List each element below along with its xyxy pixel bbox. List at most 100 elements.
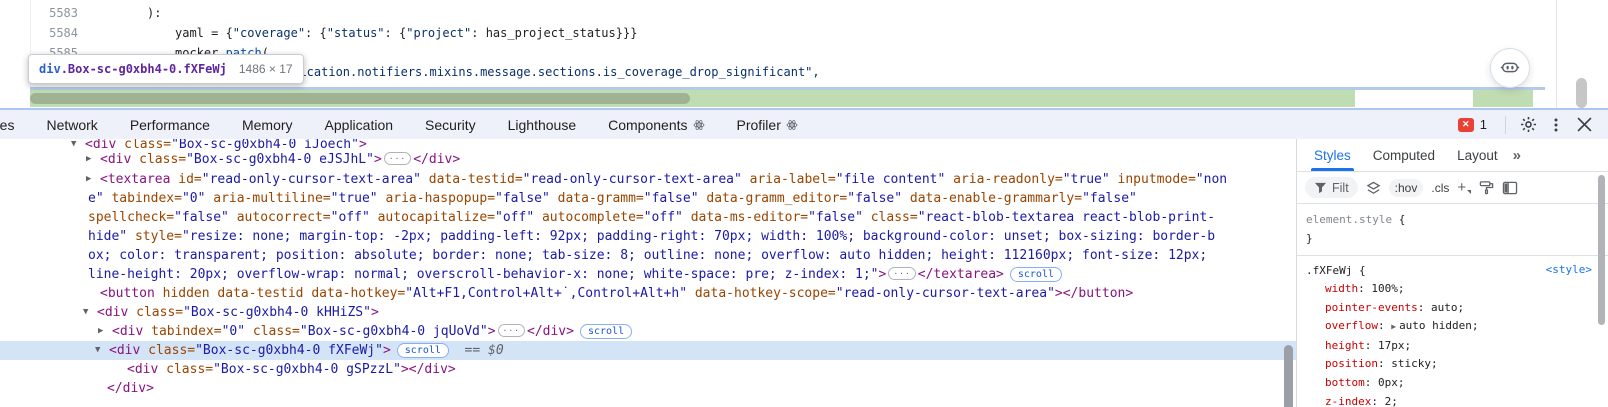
more-tabs-chevron[interactable]: » xyxy=(1513,147,1521,164)
highlighted-scrollbar-thumb[interactable] xyxy=(30,93,690,104)
property-value[interactable]: 17px; xyxy=(1378,339,1411,352)
code-token: ): xyxy=(147,6,162,20)
kebab-menu-icon[interactable] xyxy=(1542,112,1570,138)
settings-gear-icon[interactable] xyxy=(1514,112,1542,138)
close-devtools-icon[interactable] xyxy=(1570,112,1598,138)
elements-tree-row[interactable]: ▶ <textarea id="read-only-cursor-text-are… xyxy=(0,170,1296,189)
property-value[interactable]: auto; xyxy=(1431,301,1464,314)
css-property-row[interactable]: overflow: ▶ auto hidden; xyxy=(1297,317,1608,337)
code-token: "0" xyxy=(221,324,246,339)
property-value[interactable]: 100%; xyxy=(1371,282,1404,295)
code-token: "project" xyxy=(406,26,472,40)
devtools-tab-components[interactable]: Components xyxy=(592,117,720,133)
copilot-button[interactable] xyxy=(1490,48,1530,88)
property-colon: : xyxy=(1377,319,1392,333)
property-name[interactable]: bottom xyxy=(1325,376,1365,389)
element-style-section[interactable]: element.style { } xyxy=(1297,204,1608,256)
code-token: autocorrect= xyxy=(228,210,331,225)
expand-arrow-icon[interactable]: ▼ xyxy=(83,303,88,322)
styles-tab-layout[interactable]: Layout xyxy=(1446,139,1509,171)
code-token: "false" xyxy=(847,191,903,206)
elements-tree-row[interactable]: e" tabindex="0" aria-multiline="true" ar… xyxy=(0,189,1296,208)
property-name[interactable]: height xyxy=(1325,339,1365,352)
devtools-tab-security[interactable]: Security xyxy=(409,117,492,133)
expand-ellipsis-button[interactable]: ··· xyxy=(383,152,412,165)
elements-tree-row[interactable]: </div> xyxy=(0,379,1296,398)
new-style-rule-button[interactable]: + xyxy=(1457,179,1471,196)
elements-tree-row[interactable]: line-height: 20px; overflow-wrap: normal… xyxy=(0,265,1296,284)
expand-arrow-icon[interactable]: ▶ xyxy=(86,150,91,169)
devtools-tab-network[interactable]: Network xyxy=(30,117,113,133)
elements-tree-row[interactable]: ▶ <div class="Box-sc-g0xbh4-0 eJSJhL"> ···… xyxy=(0,150,1296,169)
rule-selector[interactable]: .fXFeWj xyxy=(1306,261,1352,280)
property-value[interactable]: 0px; xyxy=(1378,376,1405,389)
css-property-row[interactable]: z-index: 2; xyxy=(1297,393,1608,407)
code-token: class= xyxy=(862,210,918,225)
page-scrollbar-track xyxy=(1556,0,1557,108)
error-count[interactable]: 1 xyxy=(1480,117,1487,132)
elements-tree-row[interactable]: <button hidden data-testid data-hotkey="… xyxy=(0,284,1296,303)
elements-scrollbar-thumb[interactable] xyxy=(1284,345,1293,407)
pseudo-state-toggle[interactable]: :hov xyxy=(1388,178,1424,197)
css-property-row[interactable]: bottom: 0px; xyxy=(1297,374,1608,393)
property-name[interactable]: position xyxy=(1325,357,1378,370)
expand-value-arrow[interactable]: ▶ xyxy=(1391,322,1396,331)
elements-tree-row[interactable]: ▼ <div class="Box-sc-g0xbh4-0 fXFeWj"> scr… xyxy=(0,341,1296,360)
styles-tab-styles[interactable]: Styles xyxy=(1303,139,1362,171)
code-token: data-ms-editor= xyxy=(682,210,809,225)
property-colon: : xyxy=(1371,394,1385,407)
property-value[interactable]: auto hidden; xyxy=(1399,319,1478,332)
expand-arrow-icon[interactable]: ▶ xyxy=(86,170,91,189)
scroll-badge[interactable]: scroll xyxy=(579,324,633,339)
property-value[interactable]: sticky; xyxy=(1391,357,1437,370)
property-name[interactable]: pointer-events xyxy=(1325,301,1418,314)
styles-tab-computed[interactable]: Computed xyxy=(1362,139,1446,171)
elements-tree-row[interactable]: ▶ <div tabindex="0" class="Box-sc-g0xbh4-… xyxy=(0,322,1296,341)
layers-icon[interactable] xyxy=(1366,181,1381,195)
scroll-badge[interactable]: scroll xyxy=(396,343,449,358)
styles-scrollbar-thumb[interactable] xyxy=(1598,175,1605,325)
devtools-tab-memory[interactable]: Memory xyxy=(226,117,309,133)
code-token: > xyxy=(382,343,391,358)
css-property-row[interactable]: width: 100%; xyxy=(1297,280,1608,299)
css-property-row[interactable]: position: sticky; xyxy=(1297,355,1608,374)
expand-arrow-icon[interactable]: ▶ xyxy=(98,322,103,341)
code-token: </div> xyxy=(107,381,154,396)
code-token: data-enable-grammarly= xyxy=(902,191,1083,206)
code-token: "non xyxy=(1195,172,1228,187)
error-badge-icon[interactable]: ✕ xyxy=(1457,117,1474,132)
element-classes-toggle[interactable]: .cls xyxy=(1431,181,1449,195)
elements-tree-row[interactable]: hide" style="resize: none; margin-top: -… xyxy=(0,227,1296,246)
code-token: <div xyxy=(112,324,144,339)
style-source-link[interactable]: <style> xyxy=(1546,263,1592,276)
property-name[interactable]: overflow xyxy=(1325,319,1378,332)
line-number: 5583 xyxy=(49,6,78,20)
page-scrollbar-thumb[interactable] xyxy=(1576,78,1587,108)
elements-tree-row[interactable]: spellcheck="false" autocorrect="off" aut… xyxy=(0,208,1296,227)
css-property-row[interactable]: height: 17px; xyxy=(1297,337,1608,356)
property-name[interactable]: width xyxy=(1325,282,1358,295)
property-name[interactable]: z-index xyxy=(1325,395,1371,407)
devtools-tab-performance[interactable]: Performance xyxy=(114,117,226,133)
elements-tree-row[interactable]: ▼ <div class="Box-sc-g0xbh4-0 kHHiZS"> xyxy=(0,303,1296,322)
code-token: "status" xyxy=(326,26,385,40)
expand-ellipsis-button[interactable]: ··· xyxy=(888,267,916,280)
expand-ellipsis-button[interactable]: ··· xyxy=(497,324,525,337)
css-property-row[interactable]: pointer-events: auto; xyxy=(1297,299,1608,318)
code-token: "false" xyxy=(643,191,699,206)
devtools-tab-profiler[interactable]: Profiler xyxy=(721,117,814,133)
devtools-tab-rces[interactable]: rces xyxy=(0,117,30,133)
code-token: "false" xyxy=(495,191,550,206)
react-atom-icon xyxy=(693,119,705,131)
scroll-badge[interactable]: scroll xyxy=(1009,267,1062,282)
dock-sidebar-icon[interactable] xyxy=(1502,181,1518,195)
elements-tree-row[interactable]: ox; color: transparent; position: absolu… xyxy=(0,246,1296,265)
devtools-tab-lighthouse[interactable]: Lighthouse xyxy=(492,117,593,133)
styles-filter-input[interactable]: Filt xyxy=(1305,177,1358,198)
expand-arrow-icon[interactable]: ▼ xyxy=(95,341,100,360)
devtools-tab-application[interactable]: Application xyxy=(309,117,410,133)
property-value[interactable]: 2; xyxy=(1385,395,1398,407)
elements-tree-row[interactable]: <div class="Box-sc-g0xbh4-0 gSPzzL"></di… xyxy=(0,360,1296,379)
paint-roller-icon[interactable] xyxy=(1479,180,1494,195)
property-colon: : xyxy=(1377,357,1392,371)
